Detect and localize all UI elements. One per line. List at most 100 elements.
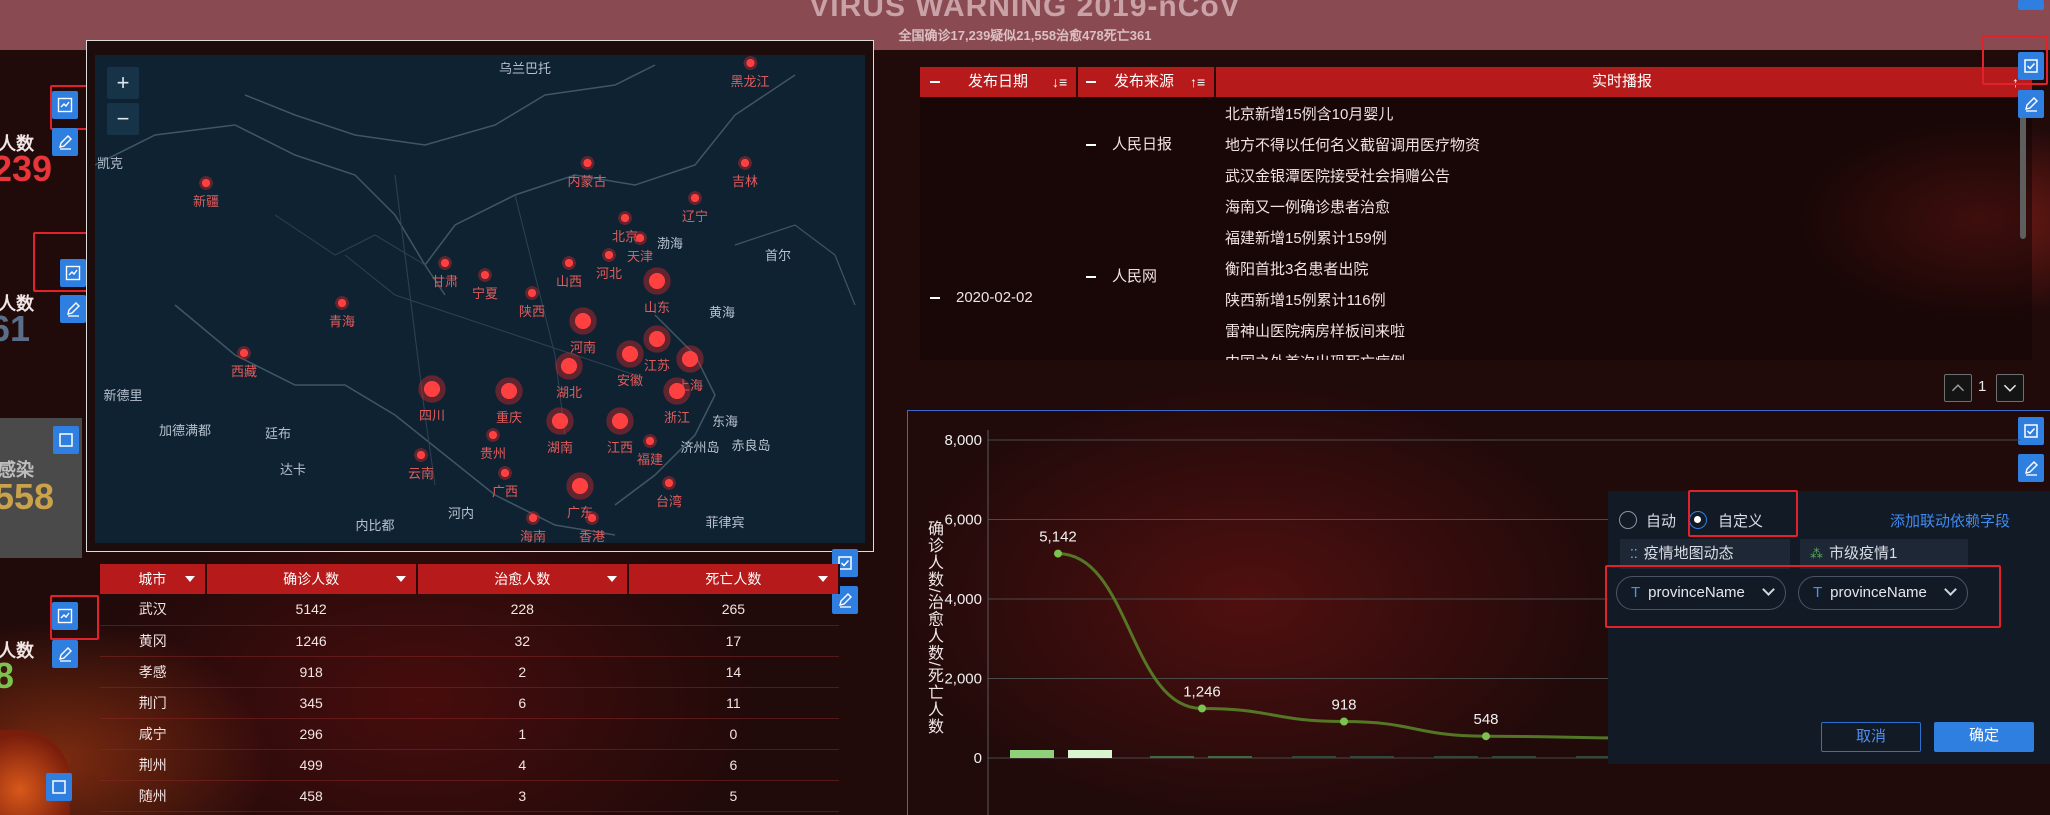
news-select-button[interactable] <box>2018 52 2044 80</box>
map-pin[interactable]: 安徽 <box>614 338 646 389</box>
page-next-button[interactable] <box>1996 374 2024 402</box>
sort-caret-icon[interactable] <box>606 576 617 582</box>
map-label: 乌兰巴托 <box>498 61 552 76</box>
map-pin[interactable]: 甘肃 <box>432 255 458 290</box>
table-row[interactable]: 黄冈 1246 32 17 <box>100 625 839 657</box>
map-pin[interactable]: 宁夏 <box>472 267 498 302</box>
edit-button-4[interactable] <box>52 640 78 668</box>
data-point[interactable] <box>1482 732 1490 741</box>
column-header[interactable]: 治愈人数 <box>416 564 629 594</box>
table-row[interactable]: 咸宁 296 1 0 <box>100 718 839 750</box>
table-row[interactable]: 武汉 5142 228 265 <box>100 594 839 626</box>
map-pin[interactable]: 河北 <box>596 247 622 282</box>
chart-link-button-4[interactable] <box>52 602 78 630</box>
column-header[interactable]: 城市 <box>100 564 207 594</box>
map-pin[interactable]: 贵州 <box>480 427 506 462</box>
add-linkage-link[interactable]: 添加联动依赖字段 <box>1890 510 2010 531</box>
chart-link-button-1[interactable] <box>52 91 78 119</box>
collapse-icon[interactable] <box>1086 67 1096 97</box>
map-pin[interactable]: 山东 <box>641 265 673 316</box>
map-pin[interactable]: 吉林 <box>732 155 758 190</box>
data-point[interactable] <box>1054 549 1062 558</box>
sort-caret-icon[interactable] <box>395 576 406 582</box>
news-item[interactable]: 陕西新增15例累计116例 <box>1225 289 1386 310</box>
radio-auto-label[interactable]: 自动 <box>1646 510 1676 531</box>
map-pin[interactable]: 台湾 <box>656 475 682 510</box>
column-header[interactable]: 发布来源 <box>1114 67 1174 97</box>
map-pin[interactable]: 西藏 <box>231 345 257 380</box>
table-row[interactable]: 随州 458 3 5 <box>100 780 839 812</box>
news-item[interactable]: 海南又一例确诊患者治愈 <box>1225 196 1390 217</box>
column-header[interactable]: 发布日期 <box>968 67 1028 97</box>
news-item[interactable]: 北京新增15例含10月婴儿 <box>1225 103 1393 124</box>
map-pin[interactable]: 广西 <box>492 465 518 500</box>
map-pin[interactable]: 浙江 <box>661 375 693 426</box>
pencil-icon <box>2025 97 2038 112</box>
chart-link-button-2[interactable] <box>60 259 86 287</box>
page-prev-button[interactable] <box>1944 374 1972 402</box>
column-header[interactable]: 死亡人数 <box>627 564 841 594</box>
news-item[interactable]: 福建新增15例累计159例 <box>1225 227 1387 248</box>
table-row[interactable]: 孝感 918 2 14 <box>100 656 839 688</box>
date-group[interactable]: 2020-02-02 <box>930 289 1033 306</box>
map-pin[interactable]: 江西 <box>604 405 636 456</box>
map-pin[interactable]: 辽宁 <box>682 190 708 225</box>
bar[interactable] <box>1292 756 1336 758</box>
cancel-button[interactable]: 取消 <box>1821 722 1921 752</box>
map-pin[interactable]: 湖北 <box>553 350 585 401</box>
cell: 228 <box>416 594 628 626</box>
map-pin[interactable]: 香港 <box>579 510 605 543</box>
zoom-in-button[interactable]: + <box>107 67 139 99</box>
map-pin[interactable]: 天津 <box>627 230 653 265</box>
edit-button-1[interactable] <box>52 128 78 156</box>
table-row[interactable]: 荆州 499 4 6 <box>100 749 839 781</box>
scrollbar[interactable] <box>2020 99 2026 239</box>
news-item[interactable]: 衡阳首批3名患者出院 <box>1225 258 1368 279</box>
confirm-button[interactable]: 确定 <box>1934 722 2034 752</box>
zoom-out-button[interactable]: − <box>107 103 139 135</box>
map-pin[interactable]: 黑龙江 <box>730 55 770 90</box>
news-item[interactable]: 中国之外首次出现死亡病例 <box>1225 351 1405 360</box>
sort-caret-icon[interactable] <box>818 576 828 582</box>
map-pin[interactable]: 云南 <box>408 447 434 482</box>
sort-desc-icon[interactable]: ↓≡ <box>1052 67 1067 97</box>
source-group[interactable]: 人民日报 <box>1086 133 1172 154</box>
radio-auto[interactable] <box>1619 511 1637 529</box>
bar[interactable] <box>1208 756 1252 758</box>
news-edit-button[interactable] <box>2018 90 2044 118</box>
news-item[interactable]: 武汉金银潭医院接受社会捐赠公告 <box>1225 165 1450 186</box>
bar[interactable] <box>1150 756 1194 758</box>
bar[interactable] <box>1350 756 1394 758</box>
sort-caret-icon[interactable] <box>184 576 195 582</box>
data-point[interactable] <box>1198 704 1206 713</box>
epidemic-map[interactable]: + − 新疆 西藏 青海 甘肃 宁夏 陕西 山西 河北 北京 天津 内蒙古 辽宁… <box>95 55 865 543</box>
map-pin[interactable]: 海南 <box>520 510 546 543</box>
column-header[interactable]: 实时播报 <box>1592 67 1652 97</box>
map-pin[interactable]: 山西 <box>556 255 582 290</box>
source-group[interactable]: 人民网 <box>1086 265 1157 286</box>
map-pin[interactable]: 河南 <box>567 305 599 356</box>
collapse-icon[interactable] <box>930 67 940 97</box>
map-pin[interactable]: 重庆 <box>493 375 525 426</box>
news-item[interactable]: 地方不得以任何名义截留调用医疗物资 <box>1225 134 1480 155</box>
table-row[interactable]: 荆门 345 6 11 <box>100 687 839 719</box>
bar[interactable] <box>1068 750 1112 758</box>
map-pin[interactable]: 福建 <box>637 433 663 468</box>
bar[interactable] <box>1434 756 1478 758</box>
map-pin[interactable]: 陕西 <box>519 285 545 320</box>
sort-asc-icon[interactable]: ↑≡ <box>1190 67 1205 97</box>
news-item[interactable]: 雷神山医院病房样板间来啦 <box>1225 320 1405 341</box>
map-pin[interactable]: 青海 <box>329 295 355 330</box>
bar[interactable] <box>1010 750 1054 758</box>
select-button-3[interactable] <box>53 426 79 454</box>
top-tool-button[interactable] <box>2018 0 2044 10</box>
column-header[interactable]: 确诊人数 <box>205 564 418 594</box>
edit-button-2[interactable] <box>60 295 86 323</box>
data-point[interactable] <box>1340 717 1348 726</box>
map-pin[interactable]: 四川 <box>416 373 448 424</box>
map-pin[interactable]: 新疆 <box>193 175 219 210</box>
bar[interactable] <box>1492 756 1536 758</box>
map-pin[interactable]: 内蒙古 <box>567 155 607 190</box>
select-button-5[interactable] <box>46 773 72 801</box>
map-pin[interactable]: 湖南 <box>544 405 576 456</box>
